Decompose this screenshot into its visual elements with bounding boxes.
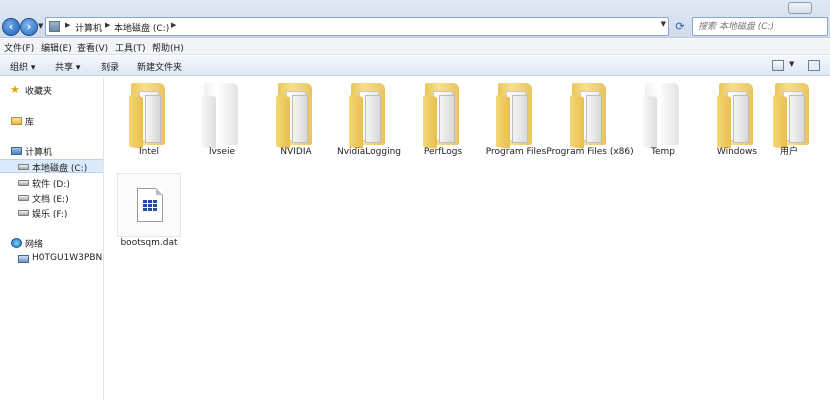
folder-icon (496, 81, 536, 149)
nav-libraries[interactable]: 库 (0, 114, 103, 128)
folder-icon (129, 81, 169, 149)
nav-label: 收藏夹 (25, 87, 53, 97)
folder-icon (276, 81, 316, 149)
empty-folder-icon (643, 81, 683, 149)
nav-label: 本地磁盘 (C:) (32, 164, 88, 174)
file-label: bootsqm.dat (120, 238, 178, 248)
folder-item[interactable]: NVIDIA (260, 77, 332, 167)
drive-icon (18, 164, 29, 170)
folder-item[interactable]: NvidiaLogging (333, 77, 405, 167)
folder-icon (349, 81, 389, 149)
search-box[interactable] (692, 17, 828, 36)
nav-label: 文档 (E:) (32, 195, 69, 205)
chevron-right-icon[interactable]: ▶ (171, 21, 176, 29)
nav-label: 计算机 (25, 148, 53, 158)
search-input[interactable] (693, 18, 827, 35)
new-folder-button[interactable]: 新建文件夹 (137, 60, 182, 73)
address-box[interactable]: ▶ 计算机 ▶ 本地磁盘 (C:) ▶ ▼ (45, 17, 669, 36)
nav-computer[interactable]: 计算机 (0, 144, 103, 158)
nav-label: 网络 (25, 240, 44, 250)
menu-view[interactable]: 查看(V) (77, 41, 108, 54)
folder-icon (423, 81, 463, 149)
nav-drive-d[interactable]: 软件 (D:) (0, 176, 103, 190)
share-button[interactable]: 共享 ▾ (55, 60, 80, 73)
window-control[interactable] (788, 2, 812, 14)
folder-item[interactable]: Intel (113, 77, 185, 167)
drive-icon (18, 180, 29, 186)
nav-drive-f[interactable]: 娱乐 (F:) (0, 206, 103, 220)
menu-file[interactable]: 文件(F) (4, 41, 34, 54)
computer-icon (49, 21, 60, 32)
folder-item[interactable]: Program Files (x86) (546, 77, 634, 167)
drive-icon (18, 195, 29, 201)
address-history-dropdown[interactable]: ▼ (661, 20, 666, 28)
folder-icon (717, 81, 757, 149)
nav-network[interactable]: 网络 (0, 236, 103, 250)
star-icon: ★ (10, 83, 20, 96)
back-button[interactable]: ‹ (2, 18, 20, 36)
command-toolbar: 组织 ▾ 共享 ▾ 刻录 新建文件夹 ▼ (0, 56, 830, 76)
folder-item[interactable]: 用户 (757, 77, 825, 167)
folder-icon (773, 81, 813, 149)
nav-label: 娱乐 (F:) (32, 210, 68, 220)
organize-button[interactable]: 组织 ▾ (10, 60, 35, 73)
nav-label: H0TGU1W3PBN3G (32, 253, 103, 263)
menu-help[interactable]: 帮助(H) (152, 41, 184, 54)
nav-drive-c[interactable]: 本地磁盘 (C:) (0, 159, 103, 174)
computer-icon (18, 255, 29, 263)
library-icon (11, 117, 22, 125)
preview-pane-icon[interactable] (808, 60, 820, 71)
navigation-pane: ★ 收藏夹 库 计算机 本地磁盘 (C:) 软件 (D:) 文档 (E:) 娱乐… (0, 77, 104, 400)
view-options-dropdown[interactable]: ▼ (789, 60, 794, 68)
folder-item[interactable]: Program Files (480, 77, 552, 167)
folder-icon (570, 81, 610, 149)
file-item[interactable] (117, 173, 181, 237)
nav-drive-e[interactable]: 文档 (E:) (0, 191, 103, 205)
nav-label: 软件 (D:) (32, 180, 70, 190)
burn-button[interactable]: 刻录 (101, 60, 119, 73)
chevron-right-icon[interactable]: ▶ (65, 21, 70, 29)
empty-folder-icon (202, 81, 242, 149)
network-icon (11, 238, 22, 248)
forward-button[interactable]: › (20, 18, 38, 36)
folder-item[interactable]: PerfLogs (407, 77, 479, 167)
recent-pages-dropdown[interactable]: ▼ (38, 22, 43, 30)
menu-edit[interactable]: 编辑(E) (41, 41, 72, 54)
menu-tools[interactable]: 工具(T) (115, 41, 146, 54)
drive-icon (18, 210, 29, 216)
nav-network-pc[interactable]: H0TGU1W3PBN3G (0, 252, 103, 266)
breadcrumb-computer[interactable]: 计算机 (75, 21, 102, 34)
computer-icon (11, 147, 22, 155)
refresh-icon[interactable]: ⟳ (672, 19, 688, 35)
folder-item[interactable]: Temp (627, 77, 699, 167)
nav-label: 库 (25, 118, 35, 128)
file-list: Intel lvseie NVIDIA NvidiaLogging PerfLo… (105, 77, 830, 400)
item-label: 用户 (779, 147, 798, 157)
change-view-icon[interactable] (772, 60, 784, 71)
chevron-right-icon[interactable]: ▶ (105, 21, 110, 29)
folder-item[interactable]: lvseie (186, 77, 258, 167)
dat-file-icon (137, 188, 163, 222)
menu-bar: 文件(F) 编辑(E) 查看(V) 工具(T) 帮助(H) (0, 39, 830, 55)
address-bar-row: ‹ › ▼ ▶ 计算机 ▶ 本地磁盘 (C:) ▶ ▼ ⟳ (0, 0, 830, 38)
breadcrumb-drive-c[interactable]: 本地磁盘 (C:) (114, 21, 169, 34)
nav-favorites[interactable]: ★ 收藏夹 (0, 83, 103, 97)
